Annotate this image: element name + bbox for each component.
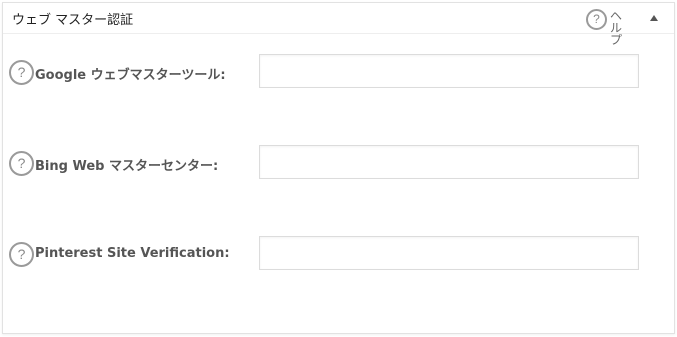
bing-webmaster-label: Bing Web マスターセンター: [35, 159, 219, 174]
bing-webmaster-input[interactable] [259, 145, 639, 179]
webmaster-verification-panel: ウェブ マスター認証 ? ヘルプ ? Google ウェブマスターツール: ? … [2, 2, 675, 334]
pinterest-verification-input[interactable] [259, 236, 639, 270]
field-row-bing: ? Bing Web マスターセンター: [3, 145, 674, 189]
question-circle-icon[interactable]: ? [9, 242, 34, 267]
question-circle-icon[interactable]: ? [9, 151, 34, 176]
panel-header: ウェブ マスター認証 ? ヘルプ [3, 3, 674, 46]
question-circle-icon[interactable]: ? [586, 9, 607, 30]
pinterest-verification-label: Pinterest Site Verification: [35, 246, 230, 261]
field-row-pinterest: ? Pinterest Site Verification: [3, 236, 674, 280]
panel-title: ウェブ マスター認証 [12, 13, 134, 28]
google-webmaster-input[interactable] [259, 54, 639, 88]
field-row-google: ? Google ウェブマスターツール: [3, 54, 674, 98]
google-webmaster-label: Google ウェブマスターツール: [35, 68, 226, 83]
collapse-toggle-icon[interactable] [650, 15, 658, 21]
question-circle-icon[interactable]: ? [9, 60, 34, 85]
help-label[interactable]: ヘルプ [610, 10, 624, 46]
